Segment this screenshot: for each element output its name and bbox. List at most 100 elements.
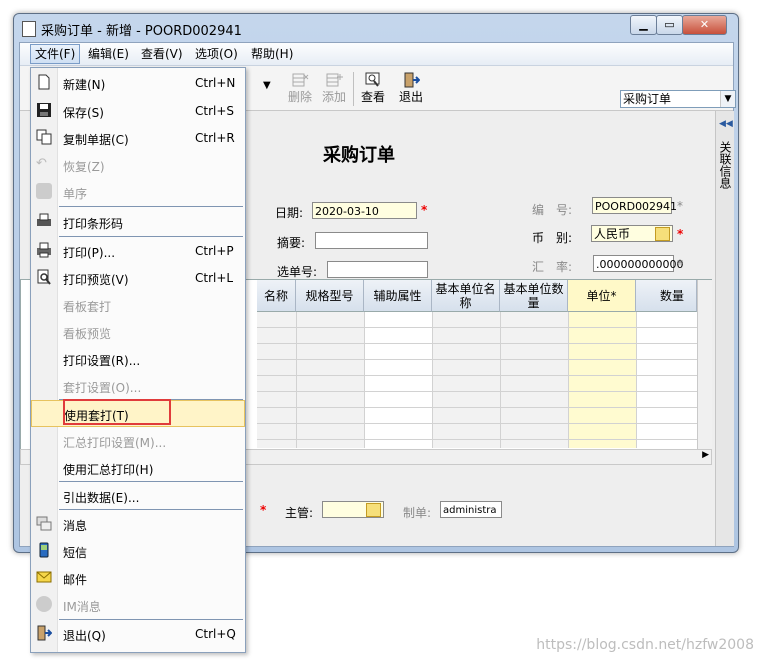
menu-view[interactable]: 查看(V) xyxy=(137,46,187,62)
menu-item-label: 恢复(Z) xyxy=(63,160,105,174)
exit-icon xyxy=(37,625,52,641)
menu-edit[interactable]: 编辑(E) xyxy=(84,46,133,62)
sms-icon xyxy=(39,542,49,558)
number-field[interactable]: POORD002941 xyxy=(592,197,677,214)
page-title: 采购订单 xyxy=(323,145,395,166)
maximize-button[interactable]: ▭ xyxy=(656,15,683,35)
menu-item-label: 打印预览(V) xyxy=(63,273,129,287)
menu-item-copy-doc[interactable]: 复制单据(C) Ctrl+R xyxy=(31,124,245,151)
delete-row-icon xyxy=(292,73,309,87)
manager-field[interactable] xyxy=(322,501,384,518)
grid-vertical-scrollbar[interactable] xyxy=(697,280,712,450)
annotation-highlight-box xyxy=(63,399,171,425)
grid-col-line xyxy=(296,312,297,448)
rate-field[interactable]: .000000000000 xyxy=(593,255,683,272)
lookup-icon[interactable] xyxy=(366,503,381,517)
sequence-icon xyxy=(36,183,52,199)
title-bar[interactable]: 采购订单 - 新增 - POORD002941 ▁ ▭ ✕ xyxy=(14,14,738,42)
chevron-down-icon[interactable]: ▼ xyxy=(720,91,735,107)
grid-col-line xyxy=(500,312,501,448)
minimize-button[interactable]: ▁ xyxy=(630,15,657,35)
menu-item-sms[interactable]: 短信 xyxy=(31,537,245,564)
maker-field[interactable]: administra xyxy=(440,501,502,518)
maker-label: 制单: xyxy=(403,506,432,520)
menu-item-shortcut: Ctrl+L xyxy=(195,271,234,285)
currency-field[interactable]: 人民币 xyxy=(591,225,673,242)
number-label: 编 号: xyxy=(532,203,573,217)
menu-item-sequence[interactable]: 单序 xyxy=(31,178,245,205)
menu-item-print[interactable]: 打印(P)... Ctrl+P xyxy=(31,237,245,264)
add-button[interactable]: 添加 xyxy=(317,70,351,108)
exit-door-icon xyxy=(404,72,420,88)
col-header-aux[interactable]: 辅助属性 xyxy=(364,280,432,312)
menu-item-mail[interactable]: 邮件 xyxy=(31,564,245,591)
doc-type-select[interactable]: 采购订单 ▼ xyxy=(620,90,736,108)
view-icon xyxy=(365,72,380,87)
view-label: 查看 xyxy=(360,90,385,104)
required-mark: * xyxy=(260,503,267,517)
lookup-icon[interactable] xyxy=(655,227,670,241)
menu-item-export-data[interactable]: 引出数据(E)... xyxy=(31,482,245,509)
menu-item-label: 单序 xyxy=(63,187,88,201)
col-header-unit[interactable]: 单位* xyxy=(568,280,636,312)
menu-item-shortcut: Ctrl+S xyxy=(195,104,235,118)
menu-item-label: 套打设置(O)... xyxy=(63,381,142,395)
save-icon xyxy=(37,103,51,117)
grid-col-line xyxy=(364,312,365,448)
menu-item-im-message[interactable]: IM消息 xyxy=(31,591,245,618)
menu-item-label: 引出数据(E)... xyxy=(63,491,140,505)
col-header-qty[interactable]: 数量 xyxy=(636,280,697,312)
menu-item-save[interactable]: 保存(S) Ctrl+S xyxy=(31,97,245,124)
mail-icon xyxy=(36,571,52,583)
menu-item-label: 打印设置(R)... xyxy=(63,354,141,368)
collapse-left-icon[interactable]: ◀◀ xyxy=(719,119,733,129)
menu-bar: 文件(F) 编辑(E) 查看(V) 选项(O) 帮助(H) xyxy=(20,43,733,66)
menu-item-new[interactable]: 新建(N) Ctrl+N xyxy=(31,69,245,96)
col-header-base-unit-qty[interactable]: 基本单位数量 xyxy=(500,280,568,312)
col-header-spec[interactable]: 规格型号 xyxy=(296,280,364,312)
currency-value: 人民币 xyxy=(594,227,631,241)
watermark: https://blog.csdn.net/hzfw2008 xyxy=(536,637,754,653)
manager-label: 主管: xyxy=(285,506,314,520)
file-menu: 新建(N) Ctrl+N 保存(S) Ctrl+S 复制单据(C) Ctrl+R… xyxy=(30,67,246,653)
add-label: 添加 xyxy=(321,90,346,104)
view-button[interactable]: 查看 xyxy=(356,70,390,108)
menu-item-print-preview[interactable]: 打印预览(V) Ctrl+L xyxy=(31,264,245,291)
menu-item-label: IM消息 xyxy=(63,600,101,614)
menu-item-template-settings[interactable]: 套打设置(O)... xyxy=(31,372,245,399)
print-preview-icon xyxy=(37,269,51,285)
menu-item-label: 短信 xyxy=(63,546,88,560)
im-icon xyxy=(36,596,52,612)
menu-item-exit[interactable]: 退出(Q) Ctrl+Q xyxy=(31,620,245,647)
col-header-base-unit-name[interactable]: 基本单位名称 xyxy=(432,280,500,312)
exit-button[interactable]: 退出 xyxy=(394,70,428,108)
menu-item-board-preview[interactable]: 看板预览 xyxy=(31,318,245,345)
delete-label: 删除 xyxy=(287,90,312,104)
delete-button[interactable]: 删除 xyxy=(283,70,317,108)
menu-item-label: 看板套打 xyxy=(63,300,112,314)
toolbar-dropdown-arrow[interactable]: ▼ xyxy=(263,80,271,91)
menu-item-print-settings[interactable]: 打印设置(R)... xyxy=(31,345,245,372)
menu-file[interactable]: 文件(F) xyxy=(30,44,81,64)
grid-col-line xyxy=(432,312,433,448)
optional-mark: * xyxy=(677,257,683,271)
menu-item-use-summary-print[interactable]: 使用汇总打印(H) xyxy=(31,454,245,481)
menu-item-print-barcode[interactable]: 打印条形码 xyxy=(31,208,245,235)
printer-icon xyxy=(37,242,51,258)
menu-item-summary-print-settings[interactable]: 汇总打印设置(M)... xyxy=(31,427,245,454)
close-button[interactable]: ✕ xyxy=(682,15,727,35)
menu-item-label: 使用汇总打印(H) xyxy=(63,463,154,477)
date-field[interactable]: 2020-03-10 xyxy=(312,202,417,219)
select-number-field[interactable] xyxy=(327,261,428,278)
menu-item-board-print[interactable]: 看板套打 xyxy=(31,291,245,318)
scroll-right-icon[interactable]: ▶ xyxy=(702,450,709,460)
menu-options[interactable]: 选项(O) xyxy=(191,46,242,62)
summary-field[interactable] xyxy=(315,232,428,249)
menu-item-label: 邮件 xyxy=(63,573,88,587)
menu-item-message[interactable]: 消息 xyxy=(31,510,245,537)
col-header-name[interactable]: 名称 xyxy=(257,280,296,312)
menu-item-undo[interactable]: ↶ 恢复(Z) xyxy=(31,151,245,178)
menu-item-label: 保存(S) xyxy=(63,106,104,120)
related-info-panel[interactable]: ◀◀ 关联信息 xyxy=(715,111,734,546)
menu-help[interactable]: 帮助(H) xyxy=(247,46,297,62)
